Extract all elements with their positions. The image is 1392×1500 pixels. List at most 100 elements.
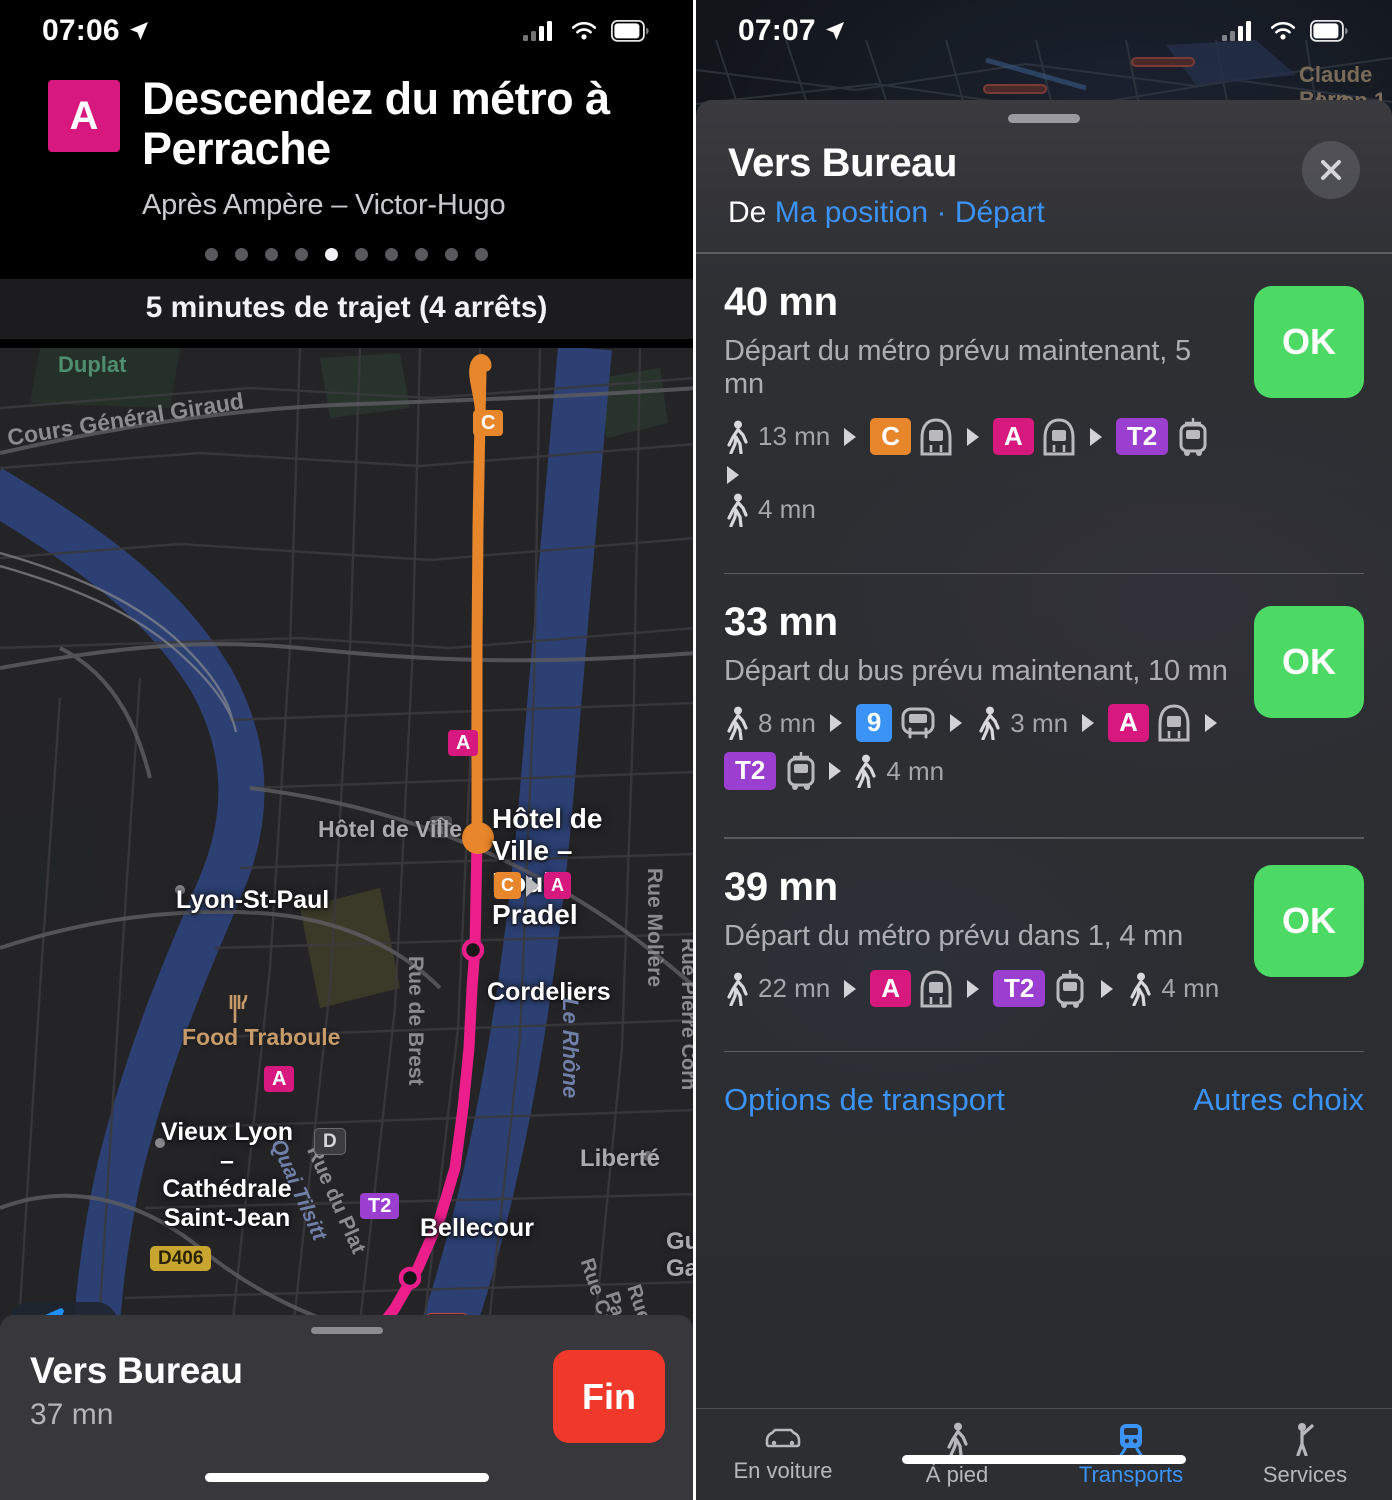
home-indicator [204,1473,489,1482]
select-route-button[interactable]: OK [1254,606,1364,718]
status-bar-left: 07:06 [0,0,693,62]
select-route-button[interactable]: OK [1254,864,1364,977]
leg-walk-mid: 3 mn [976,706,1068,740]
map-label-guillotiere: Gui Gal [666,1228,693,1283]
tab-label: En voiture [733,1457,833,1483]
leg-separator-arrow-icon [727,465,739,484]
end-navigation-button[interactable]: Fin [553,1350,665,1443]
sheet-grabber[interactable] [310,1327,383,1334]
step-dot[interactable] [235,247,248,261]
metro-icon [1158,704,1190,742]
leg-walk: 8 mn [724,706,816,740]
line-chip-a: A [870,969,912,1008]
status-bar-right: 07:07 [696,0,1392,62]
wifi-icon [571,21,597,40]
close-button[interactable] [1302,141,1360,199]
leg-transit-a: A [993,417,1076,456]
leg-transit-t2-row: T2 4 mn [724,751,1234,791]
leg-separator-arrow-icon [829,714,842,732]
route-description: Départ du métro prévu dans 1, 4 mn [724,919,1184,952]
leg-walk: 13 mn [724,420,830,454]
leg-separator-arrow-icon [844,427,857,446]
trip-sheet-text: Vers Bureau 37 mn [30,1350,243,1432]
route-details: 33 mn Départ du bus prévu maintenant, 10… [724,600,1234,791]
map-label-liberte: Liberté [580,1145,661,1172]
walking-icon [727,706,748,740]
step-dot[interactable] [445,247,458,261]
left-screen-navigation: 07:06 A Descendez du métro à Perrache Ap… [0,0,696,1500]
route-sheet-header: Vers Bureau De Ma position · Départ [696,123,1392,230]
step-dot[interactable] [205,247,218,261]
step-dot[interactable] [355,247,368,261]
metro-icon [1043,417,1075,455]
step-page-dots[interactable] [0,222,693,263]
leg-separator-arrow-icon [1082,714,1095,732]
trip-eta: 37 mn [30,1398,114,1431]
line-chip-9: 9 [855,704,893,742]
leg-transit-a: A [1108,704,1191,742]
step-dot[interactable] [295,247,308,261]
location-arrow-icon [129,22,148,40]
road-shield-d406: D406 [150,1246,212,1271]
leg-transit-c: C [870,417,953,456]
leg-duration: 13 mn [758,421,831,451]
map-label-hotel-de-ville: Hôtel de Ville [318,816,463,842]
step-dot[interactable] [415,247,428,261]
departure-time-link[interactable]: Départ [955,196,1045,229]
map-label-rue-pierre-corneille: Rue Pierre Corn [676,938,693,1091]
step-dot[interactable] [385,247,398,261]
instruction-text-group: Descendez du métro à Perrache Après Ampè… [142,73,667,222]
step-dot[interactable] [265,247,278,261]
trip-sheet[interactable]: Vers Bureau 37 mn Fin [0,1315,693,1500]
route-legs: 22 mn A T2 4 mn [724,969,1234,1009]
line-chip-t2: T2 [1115,417,1169,456]
select-route-button[interactable]: OK [1254,285,1364,398]
leg-separator-arrow-icon [950,714,963,732]
tram-icon [787,752,815,790]
tram-icon [1179,417,1207,456]
map-label-park: Duplat [58,352,127,377]
walking-icon [979,706,1000,740]
route-origin-row: De Ma position · Départ [728,196,1045,230]
route-duration: 39 mn [724,864,838,909]
tab-services[interactable]: Services [1218,1409,1392,1500]
wifi-icon [1270,21,1296,40]
route-option-2[interactable]: 33 mn Départ du bus prévu maintenant, 10… [696,574,1392,815]
tab-en-voiture[interactable]: En voiture [696,1409,870,1500]
cellular-bars-icon [1222,21,1251,41]
route-duration: 33 mn [724,600,838,644]
route-description: Départ du métro prévu maintenant, 5 mn [724,334,1191,400]
chevron-right-icon [526,874,539,897]
leg-duration: 22 mn [758,973,831,1003]
line-chip-a: A [544,872,571,899]
origin-link[interactable]: Ma position [775,196,928,229]
line-chip-a: A [1108,704,1149,742]
route-option-3[interactable]: 39 mn Départ du métro prévu dans 1, 4 mn… [696,839,1392,1033]
route-details: 39 mn Départ du métro prévu dans 1, 4 mn… [724,865,1234,1009]
sheet-grabber[interactable] [1008,114,1080,123]
other-choices-link[interactable]: Autres choix [1193,1082,1364,1118]
status-bar-right-group [1222,19,1348,43]
route-option-1[interactable]: 40 mn Départ du métro prévu maintenant, … [696,254,1392,551]
transport-options-link[interactable]: Options de transport [724,1082,1005,1118]
metro-icon [920,417,952,455]
leg-duration: 4 mn [1161,973,1220,1003]
map-route-tag-a1: A [448,730,479,756]
step-dot-active[interactable] [325,247,338,261]
from-prefix-label: De [728,196,767,229]
leg-separator-arrow-icon [829,762,842,780]
bus-icon [901,707,935,739]
station-pill-hotel-de-ville: C A [494,872,571,899]
walking-icon [727,420,748,454]
map-label-bellecour: Bellecour [420,1214,534,1242]
leg-walk-final: 4 mn [724,493,1234,527]
map-label-lyon-st-paul: Lyon-St-Paul [176,886,330,914]
step-dot[interactable] [475,247,488,261]
home-indicator [902,1455,1186,1464]
leg-transit-bus-9: 9 [855,704,936,742]
battery-icon [611,20,649,42]
leg-separator-arrow-icon [967,427,980,446]
cellular-bars-icon [523,21,552,41]
leg-walk: 22 mn [724,972,830,1006]
status-bar-time: 07:07 [738,14,816,47]
